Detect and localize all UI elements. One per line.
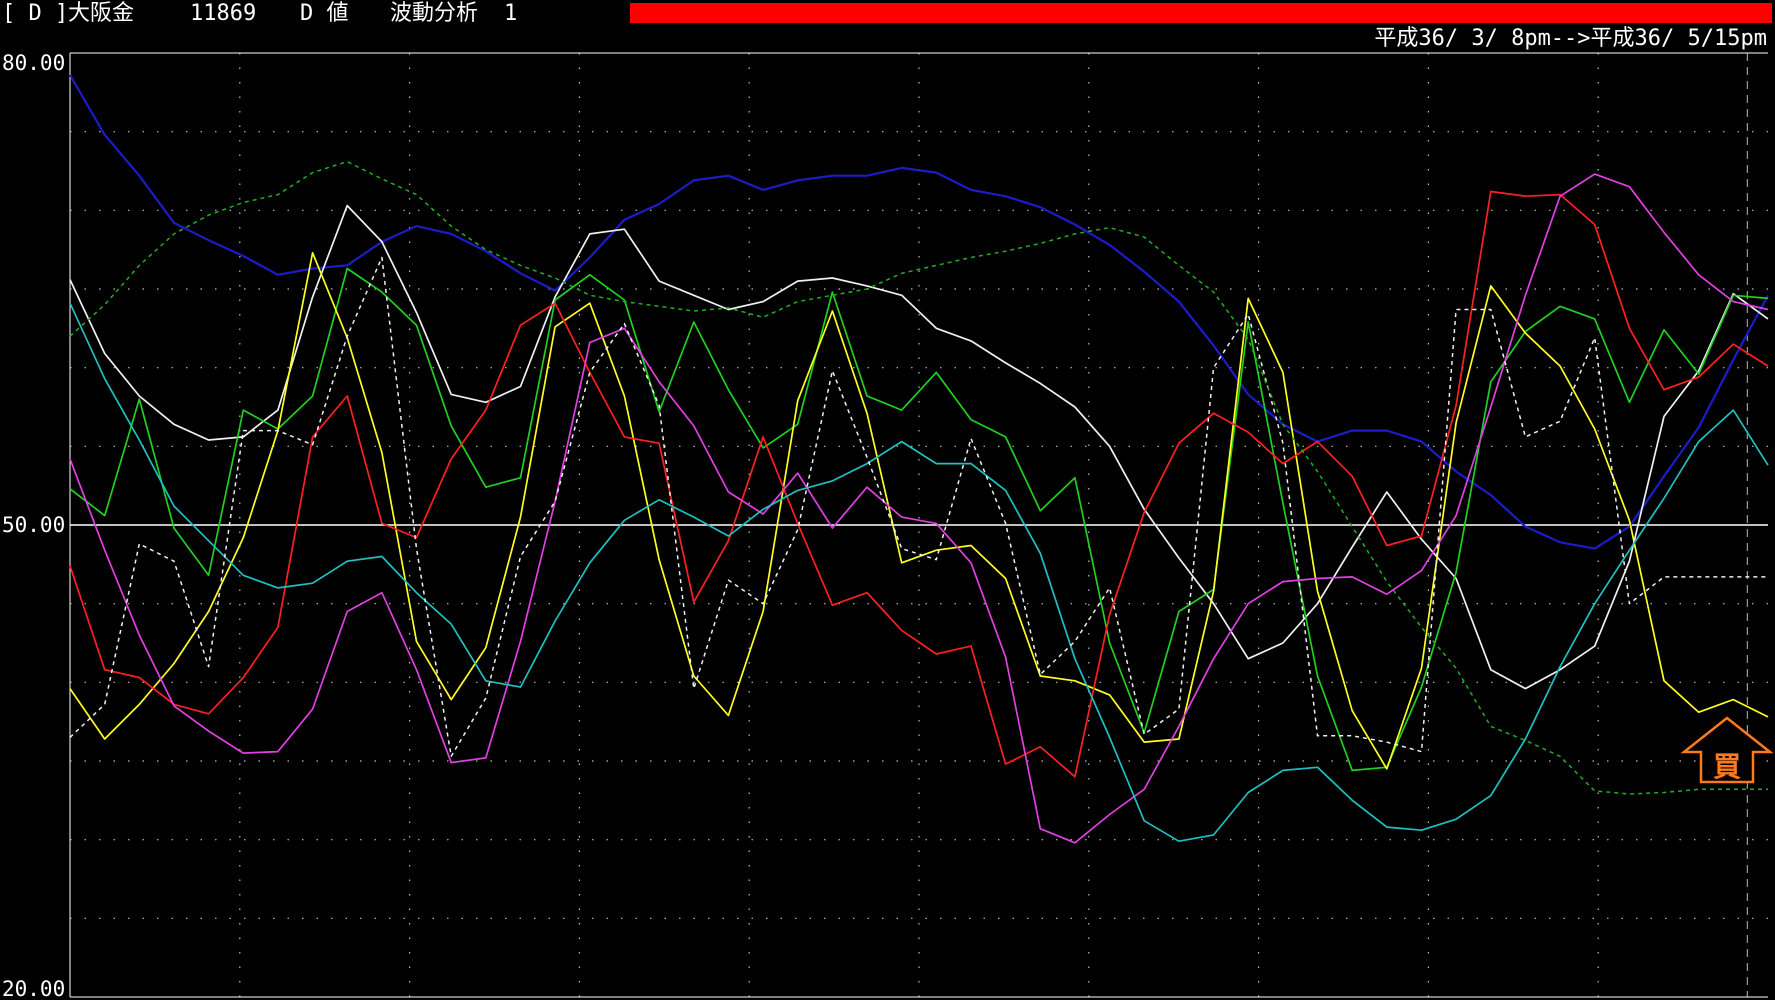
series-line-2 bbox=[69, 204, 1769, 690]
y-tick-label-top: 80.00 bbox=[2, 51, 65, 75]
y-axis-labels: 80.00 50.00 20.00 bbox=[2, 51, 65, 1000]
y-tick-label-bottom: 20.00 bbox=[2, 977, 65, 1000]
series-layer bbox=[69, 74, 1769, 844]
buy-signal-label: 買 bbox=[1713, 750, 1741, 783]
series-line-5 bbox=[69, 190, 1769, 778]
wave-analysis-chart: 80.00 50.00 20.00 買 bbox=[2, 51, 1774, 1000]
y-tick-label-mid: 50.00 bbox=[2, 513, 65, 537]
buy-signal-marker: 買 bbox=[1680, 716, 1774, 784]
series-line-7 bbox=[69, 302, 1769, 843]
series-line-6 bbox=[69, 173, 1769, 844]
